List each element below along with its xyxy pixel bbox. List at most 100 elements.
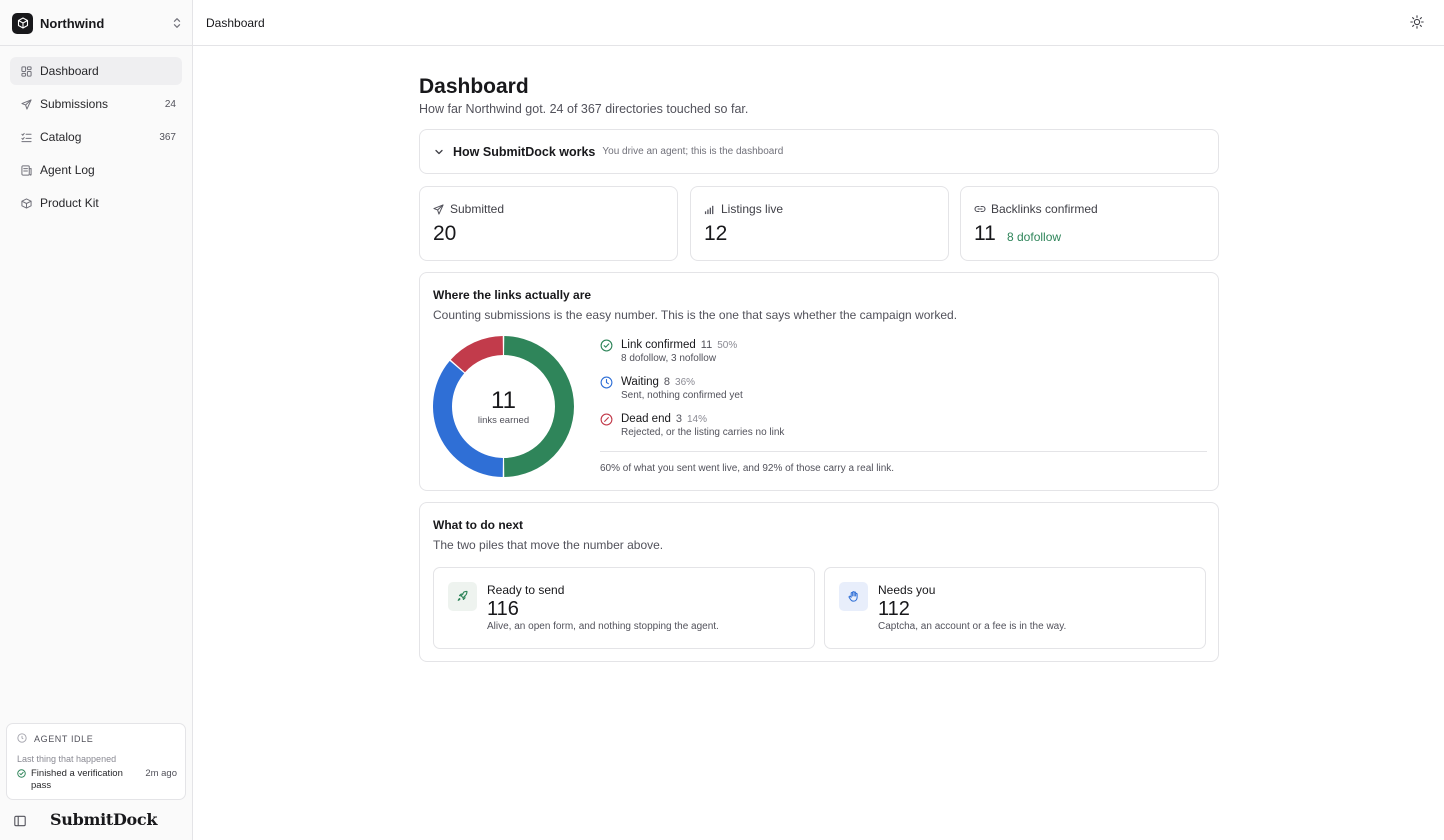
check-circle-icon <box>17 769 27 792</box>
links-donut-chart: 11 links earned <box>433 336 574 477</box>
donut-center-label: links earned <box>478 415 529 426</box>
stat-backlinks-confirmed: Backlinks confirmed 11 8 dofollow <box>960 186 1219 261</box>
sidebar-item-label: Dashboard <box>40 64 99 78</box>
legend-label: Dead end <box>621 413 671 425</box>
send-icon <box>20 98 32 110</box>
agent-last-label: Last thing that happened <box>17 754 117 764</box>
legend-divider <box>600 451 1207 452</box>
sidebar: Northwind Dashboard Submissions 24 Catal… <box>0 0 193 840</box>
legend-label: Link confirmed <box>621 339 696 351</box>
package-icon <box>20 197 32 209</box>
stat-value: 11 <box>974 222 996 245</box>
how-title: How SubmitDock works <box>453 144 596 159</box>
stat-value: 12 <box>704 222 728 245</box>
legend-desc: 8 dofollow, 3 nofollow <box>621 353 717 364</box>
pile-label: Needs you <box>878 583 936 597</box>
section-subtitle: Counting submissions is the easy number.… <box>433 308 958 322</box>
sidebar-item-label: Agent Log <box>40 163 95 177</box>
legend-title: Waiting 8 36% <box>621 376 695 388</box>
org-name: Northwind <box>40 15 105 31</box>
sidebar-nav: Dashboard Submissions 24 Catalog 367 Age… <box>10 57 182 222</box>
sun-icon[interactable] <box>1410 15 1424 29</box>
clock-icon <box>17 733 27 745</box>
how-it-works-toggle[interactable]: How SubmitDock works You drive an agent;… <box>419 129 1219 174</box>
ban-icon <box>600 413 613 426</box>
sidebar-item-count: 367 <box>159 131 176 143</box>
sidebar-item-count: 24 <box>164 98 176 110</box>
topbar: Dashboard <box>193 0 1444 46</box>
page-subtitle: How far Northwind got. 24 of 367 directo… <box>419 102 749 116</box>
sidebar-item-agent-log[interactable]: Agent Log <box>10 156 182 184</box>
donut-center-value: 11 <box>491 387 516 414</box>
sidebar-item-catalog[interactable]: Catalog 367 <box>10 123 182 151</box>
stat-extra: 8 dofollow <box>1007 230 1062 244</box>
stat-label: Submitted <box>450 202 505 216</box>
hand-icon <box>839 582 868 611</box>
legend-percent: 50% <box>717 340 738 351</box>
stat-header: Listings live <box>704 202 783 216</box>
legend-label: Waiting <box>621 376 659 388</box>
pile-desc: Alive, an open form, and nothing stoppin… <box>487 621 719 632</box>
breadcrumb: Dashboard <box>206 16 265 30</box>
page-title: Dashboard <box>419 75 529 98</box>
stat-submitted: Submitted 20 <box>419 186 678 261</box>
links-footer-note: 60% of what you sent went live, and 92% … <box>600 463 895 474</box>
legend-item-waiting: Waiting 8 36% Sent, nothing confirmed yet <box>600 375 1207 412</box>
links-breakdown-card: Where the links actually are Counting su… <box>419 272 1219 491</box>
pile-desc: Captcha, an account or a fee is in the w… <box>878 621 1067 632</box>
agent-last-event: Finished a verification pass 2m ago <box>17 768 177 792</box>
list-check-icon <box>20 131 32 143</box>
pile-value: 112 <box>878 598 910 620</box>
stat-listings-live: Listings live 12 <box>690 186 949 261</box>
org-switcher[interactable]: Northwind <box>12 11 182 35</box>
legend-title: Dead end 3 14% <box>621 413 707 425</box>
stat-header: Submitted <box>433 202 504 216</box>
pile-ready-to-send[interactable]: Ready to send 116 Alive, an open form, a… <box>433 567 815 649</box>
sidebar-item-label: Catalog <box>40 130 82 144</box>
chevron-up-down-icon[interactable] <box>172 17 182 29</box>
sidebar-item-product-kit[interactable]: Product Kit <box>10 189 182 217</box>
log-icon <box>20 164 32 176</box>
section-title: What to do next <box>433 518 523 532</box>
send-icon <box>433 203 445 215</box>
stat-label: Listings live <box>721 202 784 216</box>
agent-status-card: AGENT IDLE Last thing that happened Fini… <box>6 723 186 800</box>
links-legend: Link confirmed 11 50% 8 dofollow, 3 nofoll… <box>600 338 1207 449</box>
pile-value: 116 <box>487 598 519 620</box>
clock-icon <box>600 376 613 389</box>
sidebar-item-label: Product Kit <box>40 196 99 210</box>
pile-label: Ready to send <box>487 583 565 597</box>
stat-header: Backlinks confirmed <box>974 202 1098 216</box>
box-icon <box>12 12 33 34</box>
stat-value: 20 <box>433 222 457 245</box>
legend-desc: Sent, nothing confirmed yet <box>621 390 743 401</box>
legend-count: 3 <box>675 413 682 425</box>
legend-count: 11 <box>700 339 713 351</box>
legend-item-confirmed: Link confirmed 11 50% 8 dofollow, 3 nofoll… <box>600 338 1207 375</box>
link-icon <box>974 203 986 215</box>
agent-status-text: AGENT IDLE <box>34 734 94 744</box>
section-title: Where the links actually are <box>433 288 592 302</box>
sidebar-toggle-icon[interactable] <box>14 814 26 832</box>
brand-logo: SubmitDock <box>50 810 158 829</box>
sidebar-item-dashboard[interactable]: Dashboard <box>10 57 182 85</box>
legend-percent: 14% <box>687 414 708 425</box>
agent-status: AGENT IDLE <box>17 733 93 745</box>
section-subtitle: The two piles that move the number above… <box>433 538 664 552</box>
sidebar-divider <box>0 45 193 46</box>
check-circle-icon <box>600 339 613 352</box>
sidebar-item-label: Submissions <box>40 97 109 111</box>
pile-needs-you[interactable]: Needs you 112 Captcha, an account or a f… <box>824 567 1206 649</box>
agent-event-time: 2m ago <box>145 768 177 779</box>
donut-segment-dead-end <box>450 336 503 373</box>
stat-label: Backlinks confirmed <box>991 202 1098 216</box>
legend-title: Link confirmed 11 50% <box>621 339 737 351</box>
main-content: Dashboard How far Northwind got. 24 of 3… <box>419 74 1219 662</box>
agent-event-text: Finished a verification pass <box>31 768 123 791</box>
sidebar-item-submissions[interactable]: Submissions 24 <box>10 90 182 118</box>
chevron-down-icon <box>434 146 446 158</box>
legend-item-dead-end: Dead end 3 14% Rejected, or the listing ca… <box>600 412 1207 449</box>
legend-count: 8 <box>663 376 671 388</box>
legend-desc: Rejected, or the listing carries no link <box>621 427 785 438</box>
rocket-icon <box>448 582 477 611</box>
